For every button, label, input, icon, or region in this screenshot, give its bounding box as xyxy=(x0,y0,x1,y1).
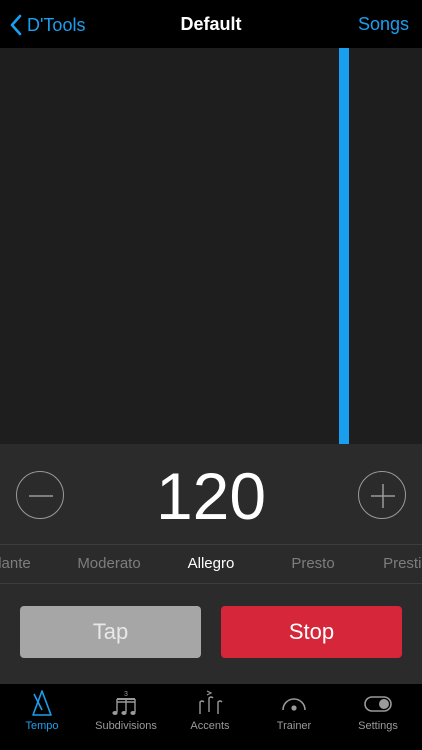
tab-subdivisions-label: Subdivisions xyxy=(95,720,157,732)
accent-notes-icon xyxy=(199,690,223,714)
chevron-left-icon xyxy=(10,14,22,36)
songs-button[interactable]: Songs xyxy=(358,14,409,35)
beat-indicator-bar xyxy=(339,48,349,444)
tempo-marking-moderato[interactable]: Moderato xyxy=(59,555,159,572)
triplet-notes-icon: 3 xyxy=(112,691,136,715)
plus-icon xyxy=(371,484,395,508)
beat-visualizer xyxy=(0,48,422,444)
tab-settings-label: Settings xyxy=(358,720,398,732)
increase-tempo-button[interactable] xyxy=(358,471,406,519)
navigation-bar: D'Tools Default Songs xyxy=(0,0,422,48)
tab-settings[interactable]: Settings xyxy=(336,684,420,750)
tempo-controls: 120 dante Moderato Allegro Presto Presti… xyxy=(0,444,422,684)
decrease-tempo-button[interactable] xyxy=(16,471,64,519)
metronome-icon xyxy=(32,690,52,716)
gauge-icon xyxy=(282,698,306,711)
stop-button[interactable]: Stop xyxy=(221,606,402,658)
tempo-marking-prestissimo[interactable]: Prestis xyxy=(356,555,422,572)
back-button[interactable]: D'Tools xyxy=(10,12,85,38)
minus-icon xyxy=(29,495,53,497)
tab-accents-label: Accents xyxy=(190,720,230,732)
tempo-marking-andante[interactable]: dante xyxy=(0,555,62,572)
tab-bar: Tempo 3 Subdivisions Accents Trainer Set… xyxy=(0,684,422,750)
tab-trainer[interactable]: Trainer xyxy=(252,684,336,750)
tab-trainer-label: Trainer xyxy=(276,720,312,732)
toggle-icon xyxy=(364,696,392,712)
back-button-label: D'Tools xyxy=(27,14,86,35)
tap-button[interactable]: Tap xyxy=(20,606,201,658)
tempo-marking-picker[interactable]: dante Moderato Allegro Presto Prestis xyxy=(0,544,422,584)
tab-accents[interactable]: Accents xyxy=(168,684,252,750)
tab-tempo[interactable]: Tempo xyxy=(0,684,84,750)
svg-text:3: 3 xyxy=(124,691,128,698)
tab-tempo-label: Tempo xyxy=(25,720,59,732)
tab-subdivisions[interactable]: 3 Subdivisions xyxy=(84,684,168,750)
tempo-marking-allegro[interactable]: Allegro xyxy=(161,555,261,572)
bpm-value[interactable]: 120 xyxy=(100,458,322,534)
tempo-marking-presto[interactable]: Presto xyxy=(263,555,363,572)
